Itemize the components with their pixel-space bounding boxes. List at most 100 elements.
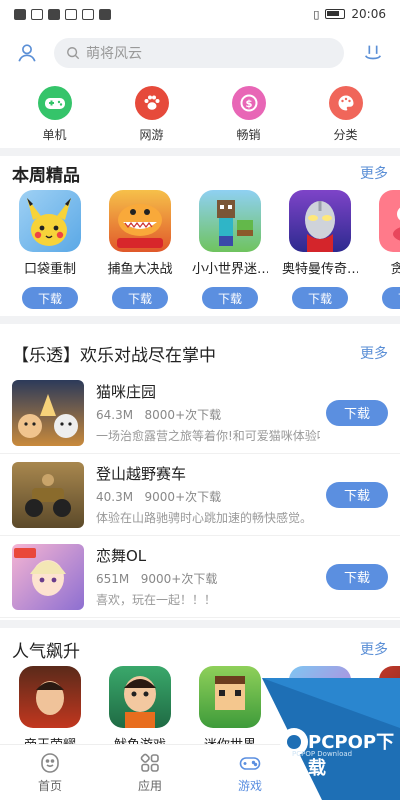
svg-text:$: $ [245,99,252,110]
game-name: 登山越野赛车 [96,465,187,483]
game-card[interactable]: 捕鱼大决战 下载 [102,190,178,309]
game-icon-mini [199,666,261,728]
nav-label: 应用 [137,779,162,793]
app-icon [65,8,77,20]
download-button[interactable]: 下载 [326,399,388,426]
divider [0,620,400,628]
game-meta: 651M 9000+次下载 [96,570,320,587]
list-item[interactable]: 恋舞OL 651M 9000+次下载 喜欢，玩在一起！！！ 下载 [0,536,400,618]
game-downloads: 9000+次下载 [140,572,218,586]
section-weekly-header: 本周精品 更多 [0,160,400,186]
category-single-player[interactable]: 单机 [20,86,90,146]
game-icon-dance [12,543,84,610]
notification-icon [14,8,26,20]
wifi-icon [31,8,43,20]
category-classify[interactable]: 分类 [311,86,381,146]
game-card[interactable]: 奥特曼传奇… 下载 [282,190,358,309]
game-name: 小小世界迷… [192,262,268,277]
game-name: 口袋重制 [23,262,76,277]
game-card[interactable]: 贪吃蛇 下载 [372,190,400,309]
palette-icon [328,86,363,120]
game-size: 651M [96,572,130,586]
watermark-subtext: PCPOP Download [292,750,353,758]
search-icon [67,47,80,60]
game-icon-cats [12,379,84,446]
download-button[interactable]: 下载 [382,287,400,309]
download-icon [364,45,382,60]
clock: 20:06 [351,7,386,21]
header: 萌将风云 [0,32,400,74]
game-icon-blocks [199,190,261,252]
divider [0,148,400,156]
weekly-row: 口袋重制 下载 捕鱼大决战 下载 小小世界迷… 下载 奥特曼传奇… 下载 贪吃蛇… [0,190,400,309]
nav-apps[interactable]: 应用 [115,745,185,800]
game-name: 奥特曼传奇… [282,262,358,277]
game-desc: 喜欢，玩在一起！！！ [96,593,217,607]
game-icon-squid [109,666,171,728]
notification-icons [14,8,111,20]
game-card[interactable]: 鱿鱼游戏 [102,666,178,753]
game-card[interactable]: 口袋重制 下载 [12,190,88,309]
list-item[interactable]: 登山越野赛车 40.3M 9000+次下载 体验在山路驰骋时心跳加速的畅快感觉。… [0,454,400,536]
download-manager-button[interactable] [360,40,386,66]
download-button[interactable]: 下载 [292,287,348,309]
nav-label: 游戏 [237,779,262,793]
section-letou-header: 【乐透】欢乐对战尽在掌中 更多 [0,340,400,366]
search-input[interactable]: 萌将风云 [54,38,344,68]
game-icon-ultraman [289,190,351,252]
watermark: PCPOP下载 PCPOP Download [262,678,400,800]
coin-icon: $ [231,86,266,120]
game-icon-pikachu [19,190,81,252]
game-meta: 40.3M 9000+次下载 [96,488,320,505]
category-row: 单机 网游 $ 畅销 分类 [0,86,400,146]
shield-icon [82,8,94,20]
game-desc: 一场治愈露营之旅等着你!和可爱猫咪体验吧! [96,429,320,443]
download-button[interactable]: 下载 [326,563,388,590]
game-name: 捕鱼大决战 [107,262,173,277]
game-size: 64.3M [96,408,134,422]
more-link[interactable]: 更多 [360,163,388,183]
profile-button[interactable] [14,40,40,66]
paw-icon [134,86,169,120]
apps-icon [140,753,159,772]
download-button[interactable]: 下载 [326,481,388,508]
game-icon-snake [379,190,400,252]
battery-icon [325,9,346,19]
category-label: 畅销 [236,128,261,142]
smile-icon [41,753,59,773]
vibrate-icon: ▯ [313,7,320,21]
more-link[interactable]: 更多 [360,343,388,363]
nav-home[interactable]: 首页 [15,745,85,800]
game-desc: 体验在山路驰骋时心跳加速的畅快感觉。 [96,511,313,525]
category-label: 网游 [139,128,164,142]
game-downloads: 9000+次下载 [144,490,222,504]
letou-list: 猫咪庄园 64.3M 8000+次下载 一场治愈露营之旅等着你!和可爱猫咪体验吧… [0,372,400,618]
section-rising-header: 人气飙升 更多 [0,636,400,662]
category-label: 分类 [333,128,358,142]
game-card[interactable]: 迷你世界 [192,666,268,753]
download-button[interactable]: 下载 [202,287,258,309]
section-title: 【乐透】欢乐对战尽在掌中 [12,345,216,366]
game-card[interactable]: 小小世界迷… 下载 [192,190,268,309]
nav-label: 首页 [37,779,62,793]
download-button[interactable]: 下载 [22,287,78,309]
more-link[interactable]: 更多 [360,639,388,659]
list-item[interactable]: 猫咪庄园 64.3M 8000+次下载 一场治愈露营之旅等着你!和可爱猫咪体验吧… [0,372,400,454]
section-title: 人气飙升 [12,641,80,662]
game-name: 贪吃蛇 [390,262,400,277]
game-card[interactable]: 帝王荣耀 [12,666,88,753]
gamepad-icon [37,86,72,120]
game-size: 40.3M [96,490,134,504]
message-icon [48,8,60,20]
category-label: 单机 [42,128,67,142]
game-name: 恋舞OL [96,547,147,565]
search-placeholder: 萌将风云 [86,46,142,62]
download-button[interactable]: 下载 [112,287,168,309]
game-downloads: 8000+次下载 [144,408,222,422]
game-name: 猫咪庄园 [96,383,157,401]
category-online[interactable]: 网游 [117,86,187,146]
section-title: 本周精品 [12,165,80,186]
category-bestselling[interactable]: $ 畅销 [214,86,284,146]
user-icon [18,44,36,62]
mail-icon [99,8,111,20]
